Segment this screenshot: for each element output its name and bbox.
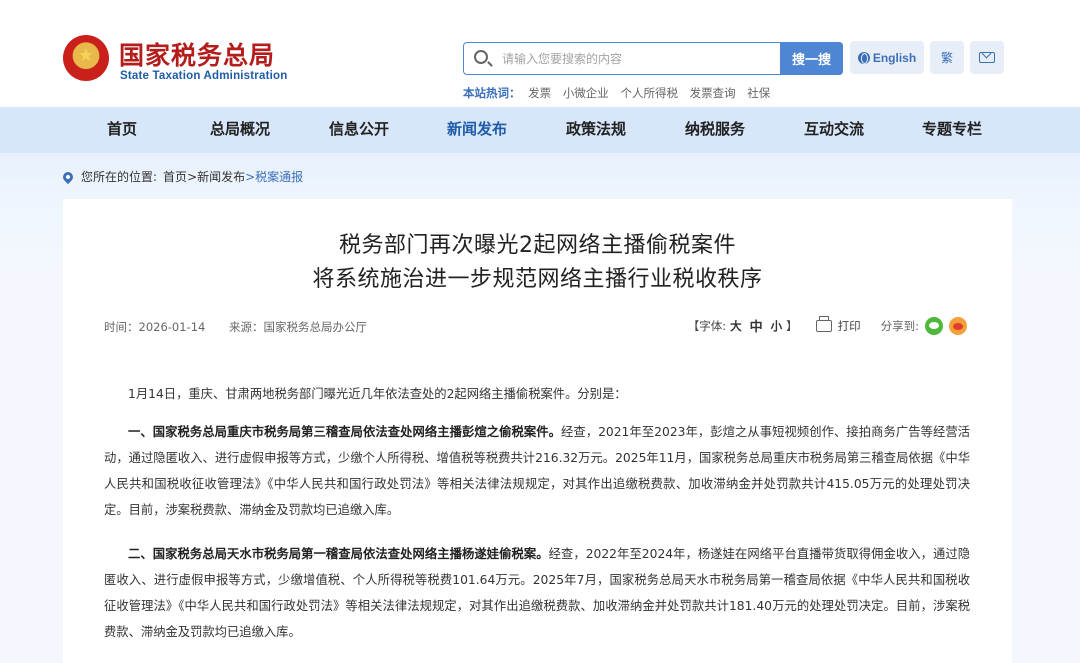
hot-keyword-link[interactable]: 个人所得税 [620,86,678,100]
site-logo-subtitle[interactable]: State Taxation Administration [120,70,287,82]
nav-item-home[interactable]: 首页 [62,107,182,153]
article-tools: 【字体: 大 中 小 】 打印 分享到: [687,315,967,335]
hot-keywords-label: 本站热词： [463,86,521,100]
breadcrumb-label: 您所在的位置: [81,170,158,184]
search-button[interactable]: 搜一搜 [780,42,843,75]
national-emblem-logo[interactable] [63,35,109,81]
mail-icon [979,52,995,63]
font-size-prefix: 【字体: [687,318,727,333]
hot-keyword-link[interactable]: 小微企业 [563,86,609,100]
share-label: 分享到: [880,318,919,333]
article-title-line1: 税务部门再次曝光2起网络主播偷税案件 [339,233,736,258]
nav-item-news[interactable]: 新闻发布 [417,107,537,153]
hot-keyword-link[interactable]: 社保 [747,86,770,100]
search-input[interactable] [502,50,772,68]
english-button[interactable]: English [850,41,924,74]
nav-item-overview[interactable]: 总局概况 [180,107,300,153]
article-card: 税务部门再次曝光2起网络主播偷税案件 将系统施治进一步规范网络主播行业税收秩序 … [63,199,1012,663]
font-size-medium-button[interactable]: 中 [750,316,763,335]
nav-item-interaction[interactable]: 互动交流 [774,107,894,153]
traditional-chinese-button[interactable]: 繁 [930,41,964,74]
hot-keywords: 本站热词： 发票 小微企业 个人所得税 发票查询 社保 [463,85,778,101]
nav-item-special-topics[interactable]: 专题专栏 [892,107,1012,153]
nav-item-info-disclosure[interactable]: 信息公开 [299,107,419,153]
breadcrumb-current[interactable]: >税案通报 [245,168,303,185]
wechat-share-icon[interactable] [925,316,943,335]
search-icon [474,50,488,64]
font-size-suffix: 】 [786,318,798,333]
article-title-line2: 将系统施治进一步规范网络主播行业税收秩序 [312,267,763,292]
article-case1: 一、国家税务总局重庆市税务局第三稽查局依法查处网络主播彭煊之偷税案件。经查，20… [104,419,970,523]
print-button[interactable]: 打印 [838,318,861,334]
breadcrumb-home[interactable]: 首页 [163,168,187,185]
case1-heading: 一、国家税务总局重庆市税务局第三稽查局依法查处网络主播彭煊之偷税案件。 [128,425,561,439]
site-header: 国家税务总局 State Taxation Administration 搜一搜… [0,0,1080,107]
breadcrumb: 您所在的位置: 首页 >新闻发布 >税案通报 [60,168,303,185]
article-time: 时间：2026-01-14 [104,320,206,334]
main-nav: 首页 总局概况 信息公开 新闻发布 政策法规 纳税服务 互动交流 专题专栏 [0,107,1080,153]
search-bar: 搜一搜 [463,42,843,75]
hot-keyword-link[interactable]: 发票查询 [690,86,736,100]
article-case2: 二、国家税务总局天水市税务局第一稽查局依法查处网络主播杨遂娃偷税案。经查，202… [104,541,970,645]
mail-button[interactable] [970,41,1004,74]
font-size-large-button[interactable]: 大 [730,318,742,334]
font-size-small-button[interactable]: 小 [771,318,783,334]
breadcrumb-news[interactable]: >新闻发布 [187,168,245,185]
nav-item-tax-service[interactable]: 纳税服务 [655,107,775,153]
site-logo-title[interactable]: 国家税务总局 [119,36,275,72]
globe-icon [857,51,870,64]
article-source: 来源：国家税务总局办公厅 [229,320,367,334]
print-icon[interactable] [815,315,832,332]
article-intro: 1月14日，重庆、甘肃两地税务部门曝光近几年依法查处的2起网络主播偷税案件。分别… [128,387,627,401]
location-pin-icon [60,169,76,184]
nav-item-policy[interactable]: 政策法规 [536,107,656,153]
english-label: English [872,50,917,65]
weibo-share-icon[interactable] [949,316,967,335]
case2-heading: 二、国家税务总局天水市税务局第一稽查局依法查处网络主播杨遂娃偷税案。 [128,547,549,561]
article-meta: 时间：2026-01-14 来源：国家税务总局办公厅 [104,319,387,335]
hot-keyword-link[interactable]: 发票 [528,86,551,100]
